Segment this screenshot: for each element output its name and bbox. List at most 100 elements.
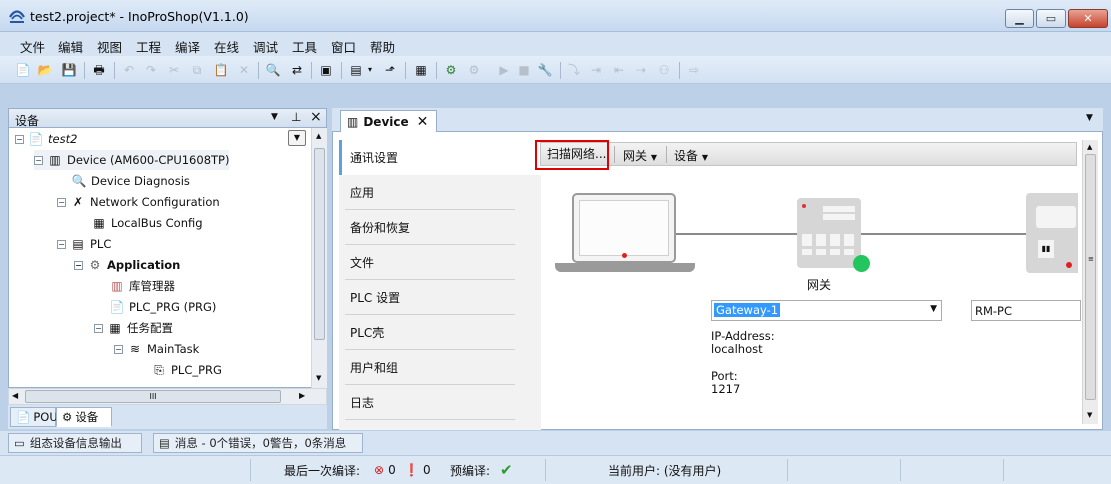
undo-icon[interactable]: ↶ [121, 62, 137, 78]
print-icon[interactable]: 🖶 [91, 62, 107, 78]
tree-item-maintask[interactable]: − ≋ MainTask [114, 339, 199, 359]
tab-devices[interactable]: ⚙ 设备 [56, 407, 112, 427]
tree-item-network[interactable]: − ✗ Network Configuration [57, 192, 220, 212]
panel-menu-icon[interactable]: ▼ [271, 112, 278, 122]
output-icon: ▭ [14, 436, 25, 450]
tree-item-localbus[interactable]: ▦ LocalBus Config [91, 213, 202, 233]
tab-device[interactable]: ▥ Device ✕ [340, 110, 437, 133]
step-over-icon[interactable]: ⤵ [566, 62, 582, 78]
close-icon[interactable]: × [310, 109, 322, 125]
menu-debug[interactable]: 调试 [253, 37, 278, 56]
warning-icon: ❗ [404, 463, 419, 477]
tools-icon[interactable]: 🔧 [537, 62, 553, 78]
clipboard-icon[interactable]: ▣ [318, 62, 334, 78]
scroll-up-icon[interactable]: ▲ [316, 132, 321, 140]
close-button[interactable]: ✕ [1068, 9, 1108, 28]
gateway-menu[interactable]: 网关 ▼ [623, 147, 657, 164]
gateway-select[interactable]: Gateway-1 ▼ [711, 300, 942, 321]
menu-project[interactable]: 工程 [136, 37, 161, 56]
menu-build[interactable]: 编译 [175, 37, 200, 56]
scroll-thumb[interactable]: ≡ [1085, 154, 1096, 400]
menu-tools[interactable]: 工具 [292, 37, 317, 56]
save-icon[interactable]: 💾 [61, 62, 77, 78]
tree-item-plc[interactable]: − ▤ PLC [57, 234, 111, 254]
login-icon[interactable]: ⚙ [443, 62, 459, 78]
task-icon: ≋ [129, 342, 141, 356]
find-icon[interactable]: 🔍 [265, 62, 281, 78]
menu-file[interactable]: 文件 [20, 37, 45, 56]
minimize-button[interactable]: ▁ [1005, 9, 1034, 28]
copy-icon[interactable]: ⧉ [189, 62, 205, 78]
target-device-select[interactable]: RM-PC [971, 300, 1081, 321]
scan-network-button[interactable]: 扫描网络... [547, 145, 606, 162]
nav-users-groups[interactable]: 用户和组 [339, 350, 515, 385]
tree-item-project[interactable]: − 📄 test2 [15, 129, 77, 149]
tree-item-device[interactable]: − ▥ Device (AM600-CPU1608TP) [34, 150, 230, 170]
scroll-thumb[interactable]: III [25, 390, 281, 403]
menu-edit[interactable]: 编辑 [58, 37, 83, 56]
chevron-down-icon[interactable]: ▾ [366, 62, 374, 78]
nav-communication[interactable]: 通讯设置 [339, 140, 541, 175]
scroll-thumb[interactable] [314, 148, 325, 340]
breakpoint-icon[interactable]: ⚇ [656, 62, 672, 78]
tree-horizontal-scrollbar[interactable]: ◀ III ▶ [8, 388, 327, 405]
editor-vertical-scrollbar[interactable]: ▲ ≡ ▼ [1082, 140, 1098, 424]
stop-icon[interactable]: ■ [516, 62, 532, 78]
tab-list-icon[interactable]: ▼ [1086, 113, 1093, 123]
maximize-button[interactable]: ▭ [1036, 9, 1066, 28]
tree-item-plc-prg[interactable]: 📄 PLC_PRG (PRG) [109, 297, 217, 317]
next-icon[interactable]: ⇨ [686, 62, 702, 78]
open-folder-icon[interactable]: 📂 [37, 62, 53, 78]
device-menu[interactable]: 设备 ▼ [674, 147, 708, 164]
nav-files[interactable]: 文件 [339, 245, 515, 280]
scroll-up-icon[interactable]: ▲ [1087, 143, 1092, 151]
tree-item-library[interactable]: ▥ 库管理器 [109, 276, 175, 296]
menu-view[interactable]: 视图 [97, 37, 122, 56]
logout-icon[interactable]: ⚙ [466, 62, 482, 78]
tree-item-application[interactable]: − ⚙ Application [74, 255, 180, 275]
close-tab-icon[interactable]: ✕ [417, 114, 429, 130]
tab-pou[interactable]: 📄 POU [10, 407, 58, 427]
scroll-down-icon[interactable]: ▼ [1087, 411, 1092, 419]
dropdown-button[interactable]: ▼ [288, 130, 306, 146]
nav-plc-shell[interactable]: PLC壳 [339, 315, 515, 350]
redo-icon[interactable]: ↷ [143, 62, 159, 78]
add-object-icon[interactable]: ▤ [348, 62, 364, 78]
nav-log[interactable]: 日志 [339, 385, 515, 420]
step-into-icon[interactable]: ⇥ [588, 62, 604, 78]
cut-icon[interactable]: ✂ [166, 62, 182, 78]
menu-online[interactable]: 在线 [214, 37, 239, 56]
gateway-label: 网关 [807, 278, 832, 292]
menu-help[interactable]: 帮助 [370, 37, 395, 56]
tab-messages[interactable]: ▤ 消息 - 0个错误，0警告，0条消息 [153, 433, 363, 453]
target-device-icon[interactable] [1026, 193, 1078, 273]
tree-vertical-scrollbar[interactable]: ▼ ▲ ▼ [288, 128, 327, 388]
scroll-down-icon[interactable]: ▼ [316, 374, 321, 382]
tree-item-diagnosis[interactable]: 🔍 Device Diagnosis [71, 171, 190, 191]
document-tab-bar: ▼ [332, 108, 1103, 132]
diagnosis-icon: 🔍 [71, 174, 87, 188]
inovance-logo-icon[interactable] [8, 8, 26, 24]
new-file-icon[interactable]: 📄 [15, 62, 31, 78]
tree-item-plc-prg-call[interactable]: ⎘ PLC_PRG [151, 360, 222, 380]
nav-plc-settings[interactable]: PLC 设置 [339, 280, 515, 315]
nav-application[interactable]: 应用 [339, 175, 515, 210]
nav-backup-restore[interactable]: 备份和恢复 [339, 210, 515, 245]
paste-icon[interactable]: 📋 [213, 62, 229, 78]
run-to-cursor-icon[interactable]: ⇢ [633, 62, 649, 78]
step-out-icon[interactable]: ⇤ [611, 62, 627, 78]
build-grid-icon[interactable]: ▦ [413, 62, 429, 78]
gateway-device-icon[interactable] [797, 198, 861, 268]
scroll-right-icon[interactable]: ▶ [299, 391, 305, 400]
menu-window[interactable]: 窗口 [331, 37, 356, 56]
left-panel-tabs: 📄 POU ⚙ 设备 [8, 405, 327, 429]
library-icon: ▥ [111, 279, 123, 293]
run-icon[interactable]: ▶ [496, 62, 512, 78]
replace-icon[interactable]: ⇄ [289, 62, 305, 78]
delete-icon[interactable]: ✕ [236, 62, 252, 78]
pin-icon[interactable]: ⊥ [291, 110, 301, 124]
export-icon[interactable]: ⬏ [382, 62, 398, 78]
tab-config-output[interactable]: ▭ 组态设备信息输出 [8, 433, 142, 453]
scroll-left-icon[interactable]: ◀ [12, 391, 18, 400]
tree-item-task-config[interactable]: − ▦ 任务配置 [94, 318, 173, 338]
